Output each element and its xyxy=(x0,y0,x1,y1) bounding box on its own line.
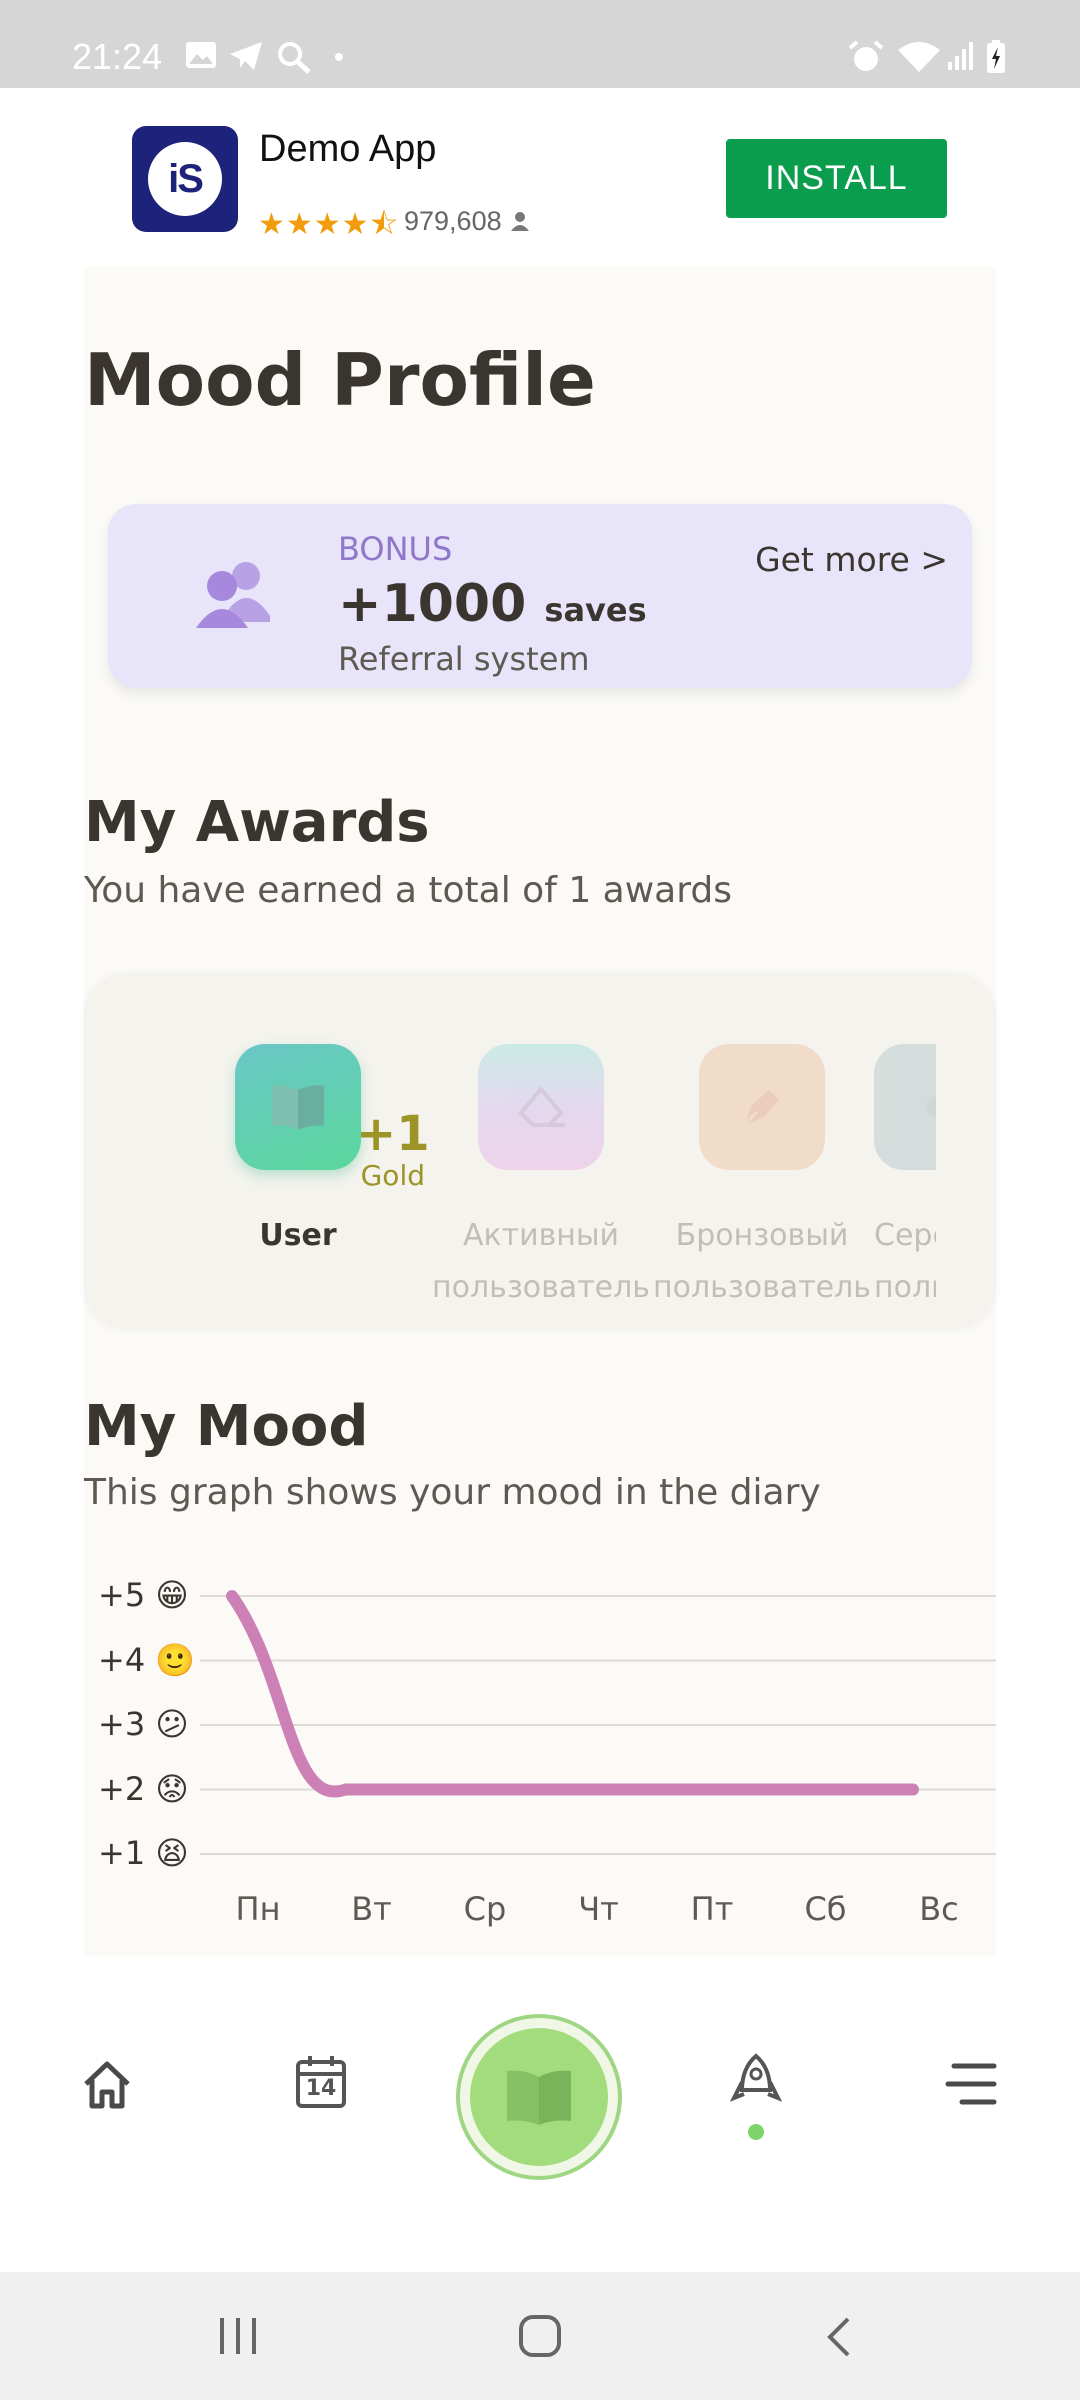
x-tick-label: Сб xyxy=(804,1890,847,1928)
award-name-line1: Активный xyxy=(462,1218,620,1253)
ad-logo-text: iS xyxy=(148,142,222,216)
y-tick-label: +2 😟 xyxy=(98,1769,189,1808)
award-name: User xyxy=(259,1218,337,1253)
mood-subtitle: This graph shows your mood in the diary xyxy=(84,1472,821,1513)
y-tick-label: +3 😕 xyxy=(98,1705,189,1743)
mood-series-line xyxy=(226,1590,919,1798)
ad-banner[interactable]: iS Demo App ★★★★⯪ 979,608 INSTALL xyxy=(0,88,1080,264)
mood-data-point xyxy=(571,1788,574,1791)
bonus-amount: +1000 saves xyxy=(338,574,647,634)
ad-app-logo[interactable]: iS xyxy=(132,126,238,232)
award-silver-user-tile[interactable] xyxy=(874,1044,936,1170)
award-bronze-user[interactable]: Бронзовый пользователь xyxy=(652,1044,872,1314)
award-name: Активный пользователь xyxy=(431,1210,651,1314)
x-tick-label: Пт xyxy=(690,1890,734,1928)
award-clip: Сере поль xyxy=(874,972,936,1328)
home-system-icon[interactable] xyxy=(518,2314,562,2358)
diary-button[interactable] xyxy=(456,2014,622,2180)
signal-icon xyxy=(948,42,973,70)
y-tick-label: +5 😁 xyxy=(98,1576,189,1614)
rocket-icon[interactable] xyxy=(730,2052,782,2114)
award-name: Бронзовый пользователь xyxy=(652,1210,872,1314)
page-title: Mood Profile xyxy=(84,338,596,422)
award-earned-count: +1 xyxy=(356,1106,430,1162)
award-active-user-tile[interactable] xyxy=(478,1044,604,1170)
mood-chart-svg xyxy=(200,1590,996,1855)
awards-subtitle: You have earned a total of 1 awards xyxy=(84,870,732,911)
install-button[interactable]: INSTALL xyxy=(726,139,947,218)
bonus-subtitle: Referral system xyxy=(338,640,590,678)
search-icon xyxy=(278,42,311,74)
active-indicator-dot xyxy=(748,2124,764,2140)
notification-dot-icon xyxy=(335,53,343,61)
referral-bonus-card[interactable]: BONUS +1000 saves Referral system Get mo… xyxy=(108,504,972,688)
award-earned-tier: Gold xyxy=(360,1159,425,1192)
bonus-label: BONUS xyxy=(338,530,453,568)
user-icon xyxy=(511,212,530,231)
awards-carousel[interactable]: +1 Gold User Активный пользователь Бронз… xyxy=(84,972,996,1328)
calendar-day: 14 xyxy=(305,2076,337,2101)
award-name-line2: пользователь xyxy=(432,1270,650,1305)
system-navigation-bar xyxy=(0,2272,1080,2400)
get-more-link[interactable]: Get more > xyxy=(755,540,948,579)
award-name-line2: поль xyxy=(874,1270,936,1305)
x-tick-label: Чт xyxy=(578,1890,619,1928)
diary-button-inner xyxy=(470,2028,608,2166)
award-user-tile[interactable] xyxy=(235,1044,361,1170)
book-icon xyxy=(272,1085,324,1130)
award-user[interactable]: +1 Gold User xyxy=(188,1044,430,1262)
mood-title: My Mood xyxy=(84,1394,369,1459)
mood-chart: +5 😁 +4 🙂 +3 😕 +2 😟 +1 😫 Пн Вт Ср Чт Пт Сб Вс xyxy=(84,1560,996,1940)
home-icon[interactable] xyxy=(80,2058,134,2112)
award-silver-user[interactable]: Сере поль xyxy=(874,1044,936,1314)
award-name-line1: Бронзовый xyxy=(675,1218,849,1253)
status-time: 21:24 xyxy=(72,36,163,77)
x-tick-label: Вт xyxy=(351,1890,392,1928)
telegram-icon xyxy=(230,42,262,70)
award-name-line1: Сере xyxy=(874,1218,936,1253)
alarm-icon xyxy=(848,40,884,71)
award-earned-badge: +1 Gold xyxy=(356,1110,430,1190)
ad-rating-count-value: 979,608 xyxy=(404,206,502,236)
back-icon[interactable] xyxy=(824,2316,854,2358)
x-tick-label: Ср xyxy=(463,1890,507,1928)
menu-icon[interactable] xyxy=(944,2060,1000,2108)
award-active-user[interactable]: Активный пользователь xyxy=(431,1044,651,1314)
recent-apps-icon[interactable] xyxy=(216,2316,260,2356)
pen-icon xyxy=(743,1090,779,1126)
diary-book-icon xyxy=(507,2070,571,2125)
x-tick-label: Пн xyxy=(235,1890,281,1928)
bonus-amount-value: +1000 xyxy=(338,574,527,634)
wifi-icon xyxy=(898,42,940,72)
award-icon xyxy=(927,1097,936,1117)
award-name-line2: пользователь xyxy=(653,1270,871,1305)
ad-app-name[interactable]: Demo App xyxy=(259,128,436,171)
mood-data-point xyxy=(912,1788,914,1791)
mood-data-point xyxy=(685,1788,687,1791)
battery-charging-icon xyxy=(987,40,1005,73)
calendar-button[interactable]: 14 xyxy=(294,2054,348,2110)
mood-data-point xyxy=(344,1788,347,1791)
y-tick-label: +4 🙂 xyxy=(98,1640,196,1679)
gallery-icon xyxy=(186,42,216,68)
eraser-icon xyxy=(518,1085,565,1127)
mood-data-point xyxy=(458,1788,460,1791)
bottom-navigation: 14 xyxy=(0,1956,1080,2272)
award-bronze-user-tile[interactable] xyxy=(699,1044,825,1170)
awards-title: My Awards xyxy=(84,790,430,855)
ad-rating-count: 979,608 xyxy=(404,206,531,237)
mood-data-point xyxy=(231,1595,233,1597)
y-tick-label: +1 😫 xyxy=(98,1834,189,1872)
status-bar: 21:24 xyxy=(0,0,1080,88)
mood-data-point xyxy=(798,1788,801,1791)
users-icon xyxy=(196,562,270,628)
award-name: Сере поль xyxy=(874,1210,936,1314)
ad-rating-stars: ★★★★⯪ xyxy=(258,207,399,242)
x-tick-label: Вс xyxy=(919,1890,959,1928)
bonus-amount-unit: saves xyxy=(544,591,647,629)
